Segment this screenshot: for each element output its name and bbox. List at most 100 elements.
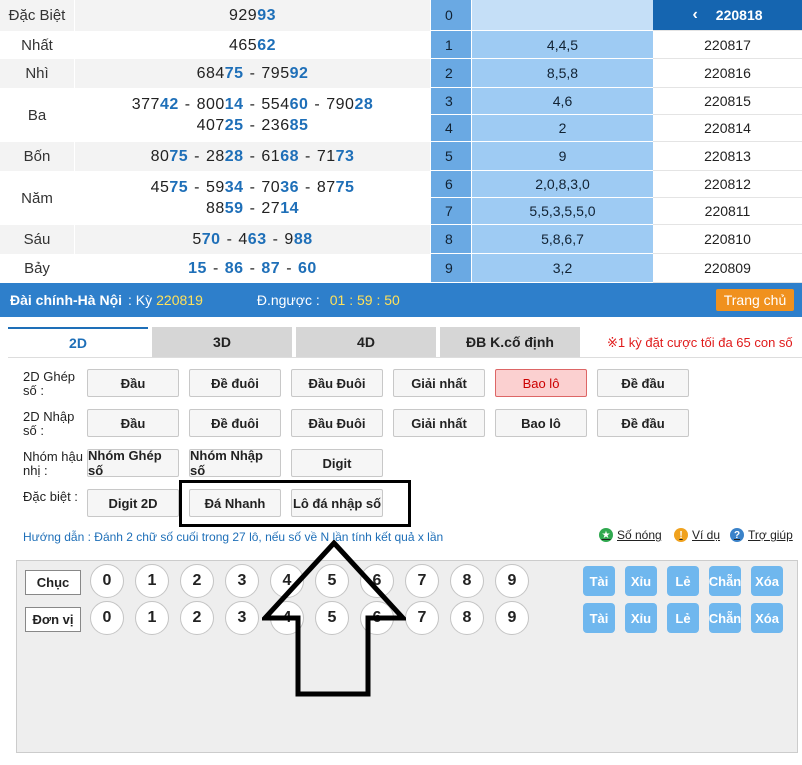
tab-2d[interactable]: 2D <box>8 327 148 357</box>
number-line: 37742-80014-55460-79028 <box>132 94 373 115</box>
nhom-label: Nhóm hậu nhị : <box>23 449 83 478</box>
nhap-button-5[interactable]: Bao lô <box>495 409 587 437</box>
loto-table: 0 ‹ 220818 1 4,4,5 220817 2 8,5,8 220816 3 4,6 2208… <box>431 0 802 283</box>
prize-numbers: 37742-80014-55460-79028 40725-23685 <box>75 88 430 142</box>
exclamation-icon: ! <box>674 528 688 542</box>
loto-values: 5,8,6,7 <box>471 225 653 254</box>
loto-index: 0 <box>431 0 471 31</box>
example-link[interactable]: ! Ví dụ <box>674 528 720 542</box>
chuc-quick-1[interactable]: Tài <box>583 566 615 596</box>
donvi-digit-7[interactable]: 7 <box>405 601 439 635</box>
ghep-button-2[interactable]: Đề đuôi <box>189 369 281 397</box>
separator: - <box>249 65 256 82</box>
result-row: Năm 4575-5934-7036-8775 8859-2714 <box>0 171 430 225</box>
nhom-button-2[interactable]: Nhóm Nhập số <box>189 448 281 478</box>
loto-index: 4 <box>431 115 471 142</box>
donvi-quick-3[interactable]: Lẻ <box>667 603 699 633</box>
prize-numbers: 92993 <box>75 0 430 31</box>
chuc-digit-1[interactable]: 1 <box>135 564 169 598</box>
separator: - <box>305 148 311 165</box>
countdown-value: 01 : 59 : 50 <box>329 292 400 308</box>
nhap-button-3[interactable]: Đầu Đuôi <box>291 409 383 437</box>
ghep-button-3[interactable]: Đầu Đuôi <box>291 369 383 397</box>
nhom-button-3[interactable]: Digit <box>291 449 383 477</box>
donvi-digit-3[interactable]: 3 <box>225 601 259 635</box>
loto-row: 2 8,5,8 220816 <box>431 59 802 88</box>
number-head: 377 <box>131 96 160 113</box>
donvi-quick-2[interactable]: Xỉu <box>625 603 657 633</box>
donvi-quick-4[interactable]: Chẵn <box>709 603 741 633</box>
star-icon: ★ <box>599 528 613 542</box>
number-head: 236 <box>261 117 290 134</box>
ghep-button-1[interactable]: Đầu <box>87 369 179 397</box>
number-tail: 60 <box>289 96 309 113</box>
nhap-button-2[interactable]: Đề đuôi <box>189 409 281 437</box>
nhap-button-1[interactable]: Đầu <box>87 409 179 437</box>
separator: - <box>249 179 256 196</box>
game-tabs: 2D 3D 4D ĐB K.cố định <box>8 327 584 357</box>
chuc-digit-2[interactable]: 2 <box>180 564 214 598</box>
nhom-button-1[interactable]: Nhóm Ghép số <box>87 448 179 478</box>
draw-number: 220809 <box>653 254 802 283</box>
separator: - <box>305 179 311 196</box>
draw-number: 220810 <box>653 225 802 254</box>
chuc-digit-0[interactable]: 0 <box>90 564 124 598</box>
tab-db-co-dinh[interactable]: ĐB K.cố định <box>440 327 580 357</box>
bet-limit-warning: ※1 kỳ đặt cược tối đa 65 con số <box>607 335 793 350</box>
prize-numbers: 68475-79592 <box>75 59 430 88</box>
donvi-digit-0[interactable]: 0 <box>90 601 124 635</box>
donvi-digit-2[interactable]: 2 <box>180 601 214 635</box>
donvi-quick-5[interactable]: Xóa <box>751 603 783 633</box>
chuc-quick-4[interactable]: Chẵn <box>709 566 741 596</box>
number-head: 4 <box>238 231 248 248</box>
chuc-quick-2[interactable]: Xỉu <box>625 566 657 596</box>
number-head: 795 <box>261 65 290 82</box>
donvi-digit-1[interactable]: 1 <box>135 601 169 635</box>
ghep-button-4[interactable]: Giải nhất <box>393 369 485 397</box>
tab-4d[interactable]: 4D <box>296 327 436 357</box>
chuc-quick-5[interactable]: Xóa <box>751 566 783 596</box>
chuc-quick-3[interactable]: Lẻ <box>667 566 699 596</box>
hot-numbers-link[interactable]: ★ Số nóng <box>599 528 662 542</box>
loto-row: 1 4,4,5 220817 <box>431 31 802 59</box>
nhap-button-6[interactable]: Đề đầu <box>597 409 689 437</box>
home-button[interactable]: Trang chủ <box>716 289 794 311</box>
donvi-digit-8[interactable]: 8 <box>450 601 484 635</box>
chuc-digit-3[interactable]: 3 <box>225 564 259 598</box>
separator: - <box>272 231 279 248</box>
station-name: Đài chính-Hà Nội <box>10 292 123 308</box>
prize-numbers: 46562 <box>75 31 430 59</box>
draw-number: 220813 <box>653 142 802 171</box>
loto-values: 4,6 <box>471 88 653 115</box>
prize-label: Đặc Biệt <box>0 0 75 31</box>
tab-3d[interactable]: 3D <box>152 327 292 357</box>
chuc-digit-7[interactable]: 7 <box>405 564 439 598</box>
highlight-box <box>179 480 411 527</box>
nhap-button-4[interactable]: Giải nhất <box>393 409 485 437</box>
hot-numbers-label: Số nóng <box>617 528 662 542</box>
ghep-button-6[interactable]: Đề đầu <box>597 369 689 397</box>
number-line: 40725-23685 <box>197 115 309 136</box>
donvi-quick-1[interactable]: Tài <box>583 603 615 633</box>
ghep-button-5[interactable]: Bao lô <box>495 369 587 397</box>
chevron-left-icon[interactable]: ‹ <box>692 6 697 24</box>
ky-label: : Kỳ <box>128 292 153 308</box>
number-line: 4575-5934-7036-8775 <box>151 177 355 198</box>
separator: - <box>249 260 256 277</box>
help-link[interactable]: ? Trợ giúp <box>730 528 793 542</box>
number-head: 554 <box>261 96 290 113</box>
number-head: 407 <box>196 117 225 134</box>
loto-values <box>471 0 653 31</box>
donvi-digit-9[interactable]: 9 <box>495 601 529 635</box>
dacbiet-button-1[interactable]: Digit 2D <box>87 489 179 517</box>
number-head: 87 <box>316 179 336 196</box>
chuc-digit-9[interactable]: 9 <box>495 564 529 598</box>
number-tail: 87 <box>261 260 281 277</box>
countdown-label: Đ.ngược : <box>256 292 320 308</box>
loto-row: 5 9 220813 <box>431 142 802 171</box>
prize-label: Nhất <box>0 31 75 59</box>
chuc-digit-8[interactable]: 8 <box>450 564 484 598</box>
current-draw[interactable]: ‹ 220818 <box>653 0 802 31</box>
up-arrow-annotation <box>262 540 406 697</box>
number-tail: 75 <box>224 65 244 82</box>
